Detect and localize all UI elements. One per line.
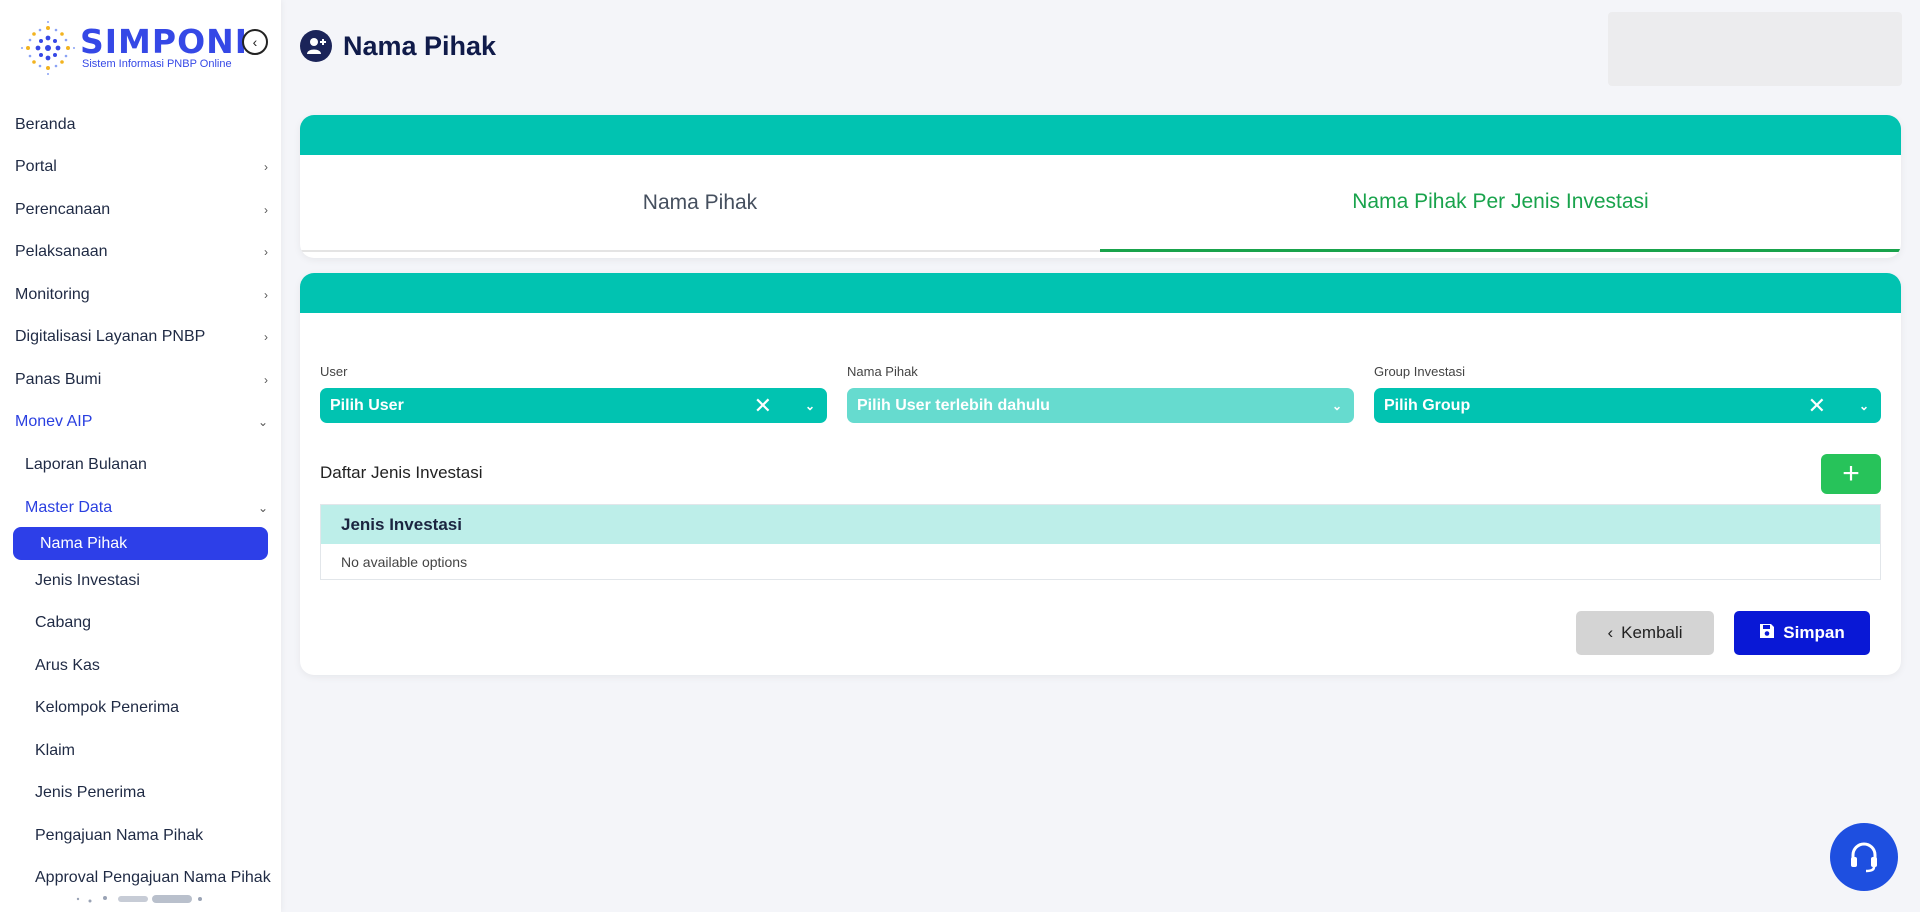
chevron-down-icon: ⌄ [1858,398,1869,413]
sidebar-item-monitoring[interactable]: Monitoring › [0,275,281,315]
tabs-card: Nama Pihak Nama Pihak Per Jenis Investas… [300,115,1901,258]
jenis-investasi-table: Jenis Investasi No available options [320,504,1881,580]
nama-pihak-select[interactable]: Pilih User terlebih dahulu ⌄ [847,388,1354,423]
sidebar-item-label: Laporan Bulanan [25,456,147,473]
tab-nama-pihak-per-jenis-investasi[interactable]: Nama Pihak Per Jenis Investasi [1100,155,1901,252]
save-button-label: Simpan [1783,623,1845,642]
chevron-left-icon: ‹ [1607,623,1614,642]
headset-icon [1851,842,1877,873]
sidebar-item-kelompok-penerima[interactable]: Kelompok Penerima [0,688,281,728]
user-plus-icon [300,30,332,62]
nama-pihak-field-label: Nama Pihak [847,364,918,379]
sidebar-item-label: Monev AIP [15,413,93,430]
group-investasi-select[interactable]: Pilih Group ✕ ⌄ [1374,388,1881,423]
sidebar-item-label: Nama Pihak [40,534,128,552]
help-support-button[interactable] [1830,823,1898,891]
sidebar-item-label: Kelompok Penerima [35,699,180,716]
simponi-logo-icon [21,21,75,75]
sidebar-item-label: Arus Kas [35,657,100,674]
brand[interactable]: SIMPONI Sistem Informasi PNBP Online [18,18,258,80]
sidebar-item-portal[interactable]: Portal › [0,147,281,187]
sidebar-item-label: Approval Pengajuan Nama Pihak [35,869,271,886]
sidebar-item-laporan-bulanan[interactable]: Laporan Bulanan [0,445,281,485]
sidebar-item-label: Monitoring [15,286,90,303]
user-field-label: User [320,364,348,379]
collapse-sidebar-button[interactable]: ‹ [242,29,268,55]
group-investasi-field-label: Group Investasi [1374,364,1466,379]
chevron-down-icon: ⌄ [1331,398,1342,413]
chevron-down-icon: ⌄ [257,501,268,515]
sidebar-item-beranda[interactable]: Beranda [0,105,281,145]
sidebar-item-panas-bumi[interactable]: Panas Bumi › [0,360,281,400]
decorative-art [76,895,202,903]
tab-nama-pihak[interactable]: Nama Pihak [300,155,1100,252]
daftar-jenis-investasi-label: Daftar Jenis Investasi [320,463,483,482]
user-select-value: Pilih User [330,396,404,414]
back-button[interactable]: ‹ Kembali [1576,611,1714,655]
form-card: User Pilih User ✕ ⌄ Nama Pihak Pilih Use… [300,273,1901,675]
sidebar-item-klaim[interactable]: Klaim [0,731,281,771]
chevron-right-icon: › [264,330,268,344]
chevron-left-icon: ‹ [252,34,258,50]
sidebar-item-label: Klaim [35,742,76,759]
sidebar-item-label: Master Data [25,499,113,516]
clear-icon[interactable]: ✕ [1808,393,1826,419]
chevron-down-icon: ⌄ [257,415,268,429]
clear-icon[interactable]: ✕ [754,393,772,419]
add-jenis-investasi-button[interactable]: + [1821,454,1881,494]
page-title: Nama Pihak [343,30,497,61]
sidebar-item-label: Jenis Investasi [35,572,140,589]
card-header-bar [300,273,1901,313]
plus-icon: + [1842,457,1860,490]
nama-pihak-select-value: Pilih User terlebih dahulu [857,396,1050,414]
chevron-right-icon: › [264,373,268,387]
sidebar-item-digitalisasi[interactable]: Digitalisasi Layanan PNBP › [0,317,281,357]
user-select[interactable]: Pilih User ✕ ⌄ [320,388,827,423]
sidebar-item-arus-kas[interactable]: Arus Kas [0,646,281,686]
sidebar-item-label: Jenis Penerima [35,784,146,801]
page-header: Nama Pihak [300,29,496,63]
back-button-label: Kembali [1621,623,1683,642]
card-header-bar [300,115,1901,155]
sidebar-item-jenis-investasi[interactable]: Jenis Investasi [0,561,281,601]
sidebar-item-pengajuan-nama-pihak[interactable]: Pengajuan Nama Pihak [0,816,281,856]
user-profile-placeholder[interactable] [1608,12,1902,86]
sidebar-item-jenis-penerima[interactable]: Jenis Penerima [0,773,281,813]
sidebar-item-label: Panas Bumi [15,371,102,388]
sidebar-item-pelaksanaan[interactable]: Pelaksanaan › [0,232,281,272]
sidebar-item-label: Pengajuan Nama Pihak [35,827,204,844]
floppy-disk-icon [1759,623,1775,644]
sidebar-item-perencanaan[interactable]: Perencanaan › [0,190,281,230]
chevron-right-icon: › [264,160,268,174]
group-investasi-select-value: Pilih Group [1384,396,1471,414]
sidebar-item-cabang[interactable]: Cabang [0,603,281,643]
table-header: Jenis Investasi [321,505,1880,544]
chevron-right-icon: › [264,288,268,302]
brand-subtitle: Sistem Informasi PNBP Online [82,58,232,70]
sidebar-item-nama-pihak[interactable]: Nama Pihak [13,527,268,560]
chevron-right-icon: › [264,245,268,259]
sidebar-item-label: Perencanaan [15,201,111,218]
sidebar: SIMPONI Sistem Informasi PNBP Online ‹ B… [0,0,281,912]
sidebar-item-label: Pelaksanaan [15,243,108,260]
sidebar-item-master-data[interactable]: Master Data ⌄ [0,488,281,528]
sidebar-item-label: Digitalisasi Layanan PNBP [15,328,206,345]
sidebar-item-label: Cabang [35,614,92,631]
sidebar-item-label: Beranda [15,116,76,133]
table-empty-message: No available options [341,554,468,570]
chevron-right-icon: › [264,203,268,217]
sidebar-item-monev-aip[interactable]: Monev AIP ⌄ [0,402,281,442]
brand-title: SIMPONI [80,22,249,61]
chevron-down-icon: ⌄ [804,398,815,413]
save-button[interactable]: Simpan [1734,611,1870,655]
sidebar-item-label: Portal [15,158,57,175]
